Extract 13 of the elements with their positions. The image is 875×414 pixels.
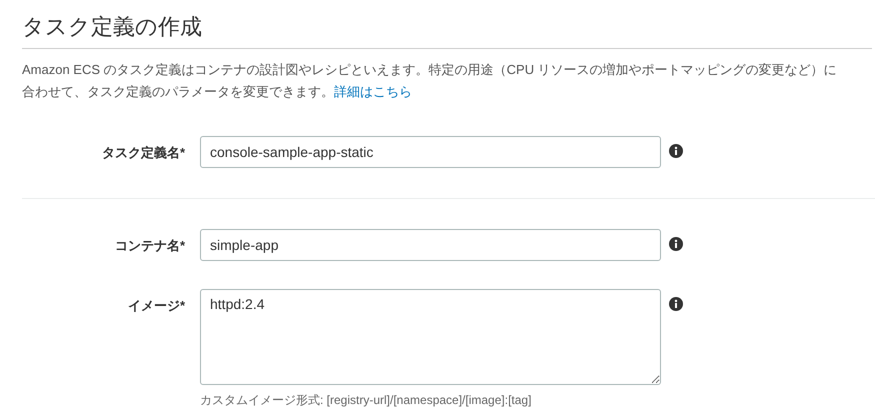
- input-field[interactable]: simple-app: [200, 229, 661, 261]
- text-area[interactable]: httpd:2.4: [200, 289, 661, 385]
- field-label: イメージ*: [126, 297, 185, 315]
- field-label: タスク定義名*: [100, 144, 185, 162]
- info-icon[interactable]: [669, 144, 683, 158]
- page-title: タスク定義の作成: [22, 0, 872, 49]
- info-icon[interactable]: [669, 237, 683, 251]
- field-label: コンテナ名*: [114, 237, 185, 255]
- details-link[interactable]: 詳細はこちら: [334, 84, 412, 99]
- description: Amazon ECS のタスク定義はコンテナの設計図やレシピといえます。特定の用途（CPU リソースの増加やポートマッピングの変更など）に合わせて、タスク定義のパラメータを変更できます。詳細はこちら: [22, 61, 838, 101]
- info-icon[interactable]: [669, 297, 683, 311]
- field-hint: カスタムイメージ形式: [registry-url]/[namespace]/[image]:[tag]: [200, 392, 532, 409]
- input-field[interactable]: console-sample-app-static: [200, 136, 661, 168]
